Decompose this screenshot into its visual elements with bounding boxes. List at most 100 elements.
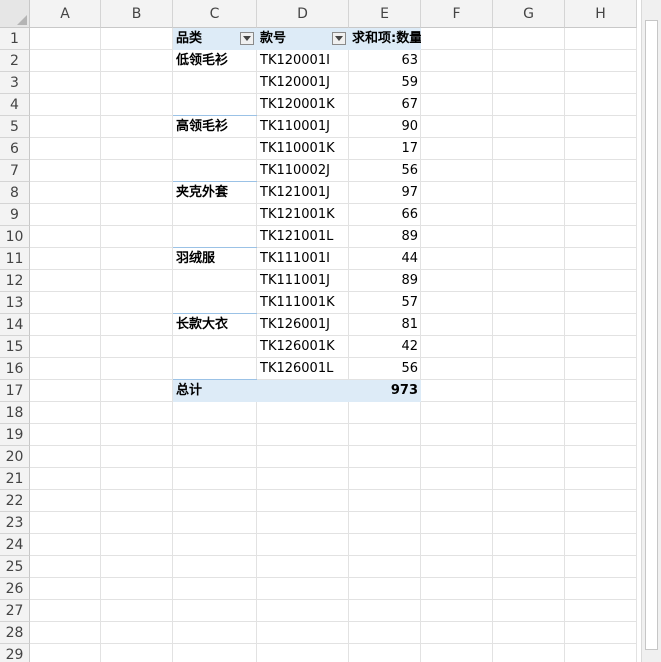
pivot-quantity[interactable]: 44 [349, 248, 421, 270]
cell[interactable] [493, 292, 565, 314]
row-header-3[interactable]: 3 [0, 72, 30, 94]
pivot-quantity[interactable]: 90 [349, 116, 421, 138]
cell[interactable] [493, 204, 565, 226]
cell[interactable] [565, 28, 637, 50]
cell[interactable] [421, 578, 493, 600]
cell[interactable] [173, 490, 257, 512]
cell[interactable] [30, 512, 101, 534]
cell[interactable] [349, 424, 421, 446]
cell[interactable] [101, 534, 173, 556]
cell[interactable] [493, 50, 565, 72]
cell[interactable] [565, 424, 637, 446]
cell[interactable] [565, 160, 637, 182]
spreadsheet-grid[interactable]: ABCDEFGH 1 2 3 4 5 6 7 8 9 10 11 12 13 14 15 16 17 18 19 20… [0, 0, 641, 662]
cell[interactable] [257, 490, 349, 512]
cell[interactable] [30, 600, 101, 622]
pivot-style-code[interactable]: TK120001J [257, 72, 349, 94]
vertical-scrollbar[interactable] [641, 0, 661, 662]
cell[interactable] [493, 226, 565, 248]
row-header-22[interactable]: 22 [0, 490, 30, 512]
cell[interactable] [493, 512, 565, 534]
cell[interactable] [565, 578, 637, 600]
cell[interactable] [565, 292, 637, 314]
cell[interactable] [493, 402, 565, 424]
row-header-11[interactable]: 11 [0, 248, 30, 270]
pivot-header-sum[interactable]: 求和项:数量 [349, 28, 421, 50]
cell[interactable] [101, 402, 173, 424]
cell[interactable] [493, 644, 565, 662]
cell[interactable] [349, 512, 421, 534]
cell[interactable] [421, 600, 493, 622]
cell[interactable] [349, 490, 421, 512]
cell[interactable] [101, 94, 173, 116]
cell[interactable] [101, 160, 173, 182]
row-header-5[interactable]: 5 [0, 116, 30, 138]
cell[interactable] [101, 292, 173, 314]
cell[interactable] [30, 534, 101, 556]
pivot-total-value[interactable]: 973 [349, 380, 421, 402]
pivot-style-code[interactable]: TK110001K [257, 138, 349, 160]
cell[interactable] [30, 160, 101, 182]
cell[interactable] [30, 226, 101, 248]
cell[interactable] [421, 50, 493, 72]
cell[interactable] [30, 138, 101, 160]
row-header-8[interactable]: 8 [0, 182, 30, 204]
pivot-style-code[interactable]: TK121001K [257, 204, 349, 226]
cell[interactable] [493, 94, 565, 116]
cell[interactable] [565, 314, 637, 336]
cell[interactable] [101, 336, 173, 358]
row-header-14[interactable]: 14 [0, 314, 30, 336]
cell[interactable] [30, 644, 101, 662]
pivot-style-code[interactable]: TK126001J [257, 314, 349, 336]
cell[interactable] [30, 72, 101, 94]
cell[interactable] [173, 402, 257, 424]
cell[interactable] [30, 50, 101, 72]
row-header-12[interactable]: 12 [0, 270, 30, 292]
cell[interactable] [173, 270, 257, 292]
cell[interactable] [101, 446, 173, 468]
row-header-7[interactable]: 7 [0, 160, 30, 182]
pivot-style-code[interactable]: TK126001K [257, 336, 349, 358]
cell[interactable] [101, 116, 173, 138]
cell[interactable] [173, 556, 257, 578]
cell[interactable] [349, 600, 421, 622]
cell[interactable] [173, 578, 257, 600]
cell[interactable] [101, 512, 173, 534]
cell[interactable] [349, 622, 421, 644]
cell[interactable] [421, 402, 493, 424]
pivot-group-label[interactable]: 羽绒服 [173, 248, 257, 270]
pivot-group-label[interactable]: 夹克外套 [173, 182, 257, 204]
cell[interactable] [493, 182, 565, 204]
pivot-quantity[interactable]: 97 [349, 182, 421, 204]
cell[interactable] [257, 402, 349, 424]
cell[interactable] [421, 138, 493, 160]
cell[interactable] [101, 50, 173, 72]
cell[interactable] [565, 468, 637, 490]
cell[interactable] [101, 358, 173, 380]
cell[interactable] [565, 72, 637, 94]
cell[interactable] [173, 358, 257, 380]
cell[interactable] [30, 314, 101, 336]
cell[interactable] [565, 358, 637, 380]
cell[interactable] [421, 160, 493, 182]
pivot-style-code[interactable]: TK111001J [257, 270, 349, 292]
cell[interactable] [565, 490, 637, 512]
pivot-quantity[interactable]: 56 [349, 160, 421, 182]
cell[interactable] [493, 380, 565, 402]
cell[interactable] [421, 512, 493, 534]
cell[interactable] [421, 534, 493, 556]
cell[interactable] [565, 270, 637, 292]
row-header-24[interactable]: 24 [0, 534, 30, 556]
cell[interactable] [565, 622, 637, 644]
cell[interactable] [30, 292, 101, 314]
cell[interactable] [565, 204, 637, 226]
cell[interactable] [493, 446, 565, 468]
cell[interactable] [421, 204, 493, 226]
cell[interactable] [173, 512, 257, 534]
cell[interactable] [101, 204, 173, 226]
cell[interactable] [421, 94, 493, 116]
cell[interactable] [565, 402, 637, 424]
cell[interactable] [565, 116, 637, 138]
cell[interactable] [421, 28, 493, 50]
cell[interactable] [30, 578, 101, 600]
